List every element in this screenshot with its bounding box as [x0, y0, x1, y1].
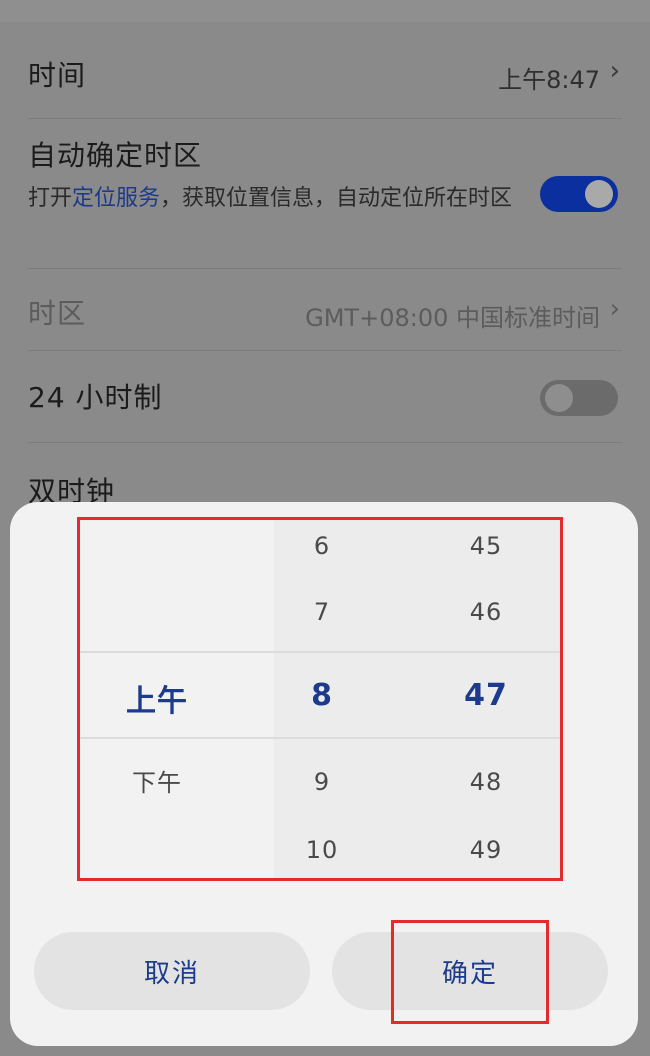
chevron-right-icon: ›: [609, 294, 620, 324]
hour24-row: 24 小时制: [0, 352, 650, 442]
auto-timezone-desc: 打开定位服务，获取位置信息，自动定位所在时区: [28, 182, 528, 216]
dual-clock-row[interactable]: 双时钟: [0, 444, 650, 508]
toggle-knob: [545, 384, 573, 412]
timezone-title: 时区: [28, 297, 87, 330]
hour24-title: 24 小时制: [28, 381, 163, 414]
chevron-right-icon: ›: [609, 56, 620, 86]
hour24-toggle[interactable]: [540, 380, 618, 416]
divider: [28, 118, 622, 119]
auto-timezone-title: 自动确定时区: [28, 139, 203, 172]
auto-timezone-row: 自动确定时区 打开定位服务，获取位置信息，自动定位所在时区: [0, 120, 650, 270]
divider: [28, 442, 622, 443]
confirm-highlight-frame: [391, 920, 549, 1024]
auto-timezone-toggle[interactable]: [540, 176, 618, 212]
auto-timezone-desc-suffix: ，获取位置信息，自动定位所在时区: [160, 186, 513, 211]
timezone-value: GMT+08:00 中国标准时间: [305, 304, 600, 332]
time-title: 时间: [28, 59, 87, 92]
timezone-row[interactable]: 时区 GMT+08:00 中国标准时间 ›: [0, 270, 650, 350]
toggle-knob: [585, 180, 613, 208]
divider: [28, 268, 622, 269]
time-value: 上午8:47: [498, 66, 600, 94]
auto-timezone-desc-prefix: 打开: [28, 186, 73, 211]
picker-highlight-frame: [77, 517, 563, 881]
cancel-button[interactable]: 取消: [34, 932, 310, 1010]
top-strip: [0, 0, 650, 22]
location-service-link[interactable]: 定位服务: [72, 186, 160, 211]
divider: [28, 350, 622, 351]
time-row[interactable]: 时间 上午8:47 ›: [0, 40, 650, 120]
